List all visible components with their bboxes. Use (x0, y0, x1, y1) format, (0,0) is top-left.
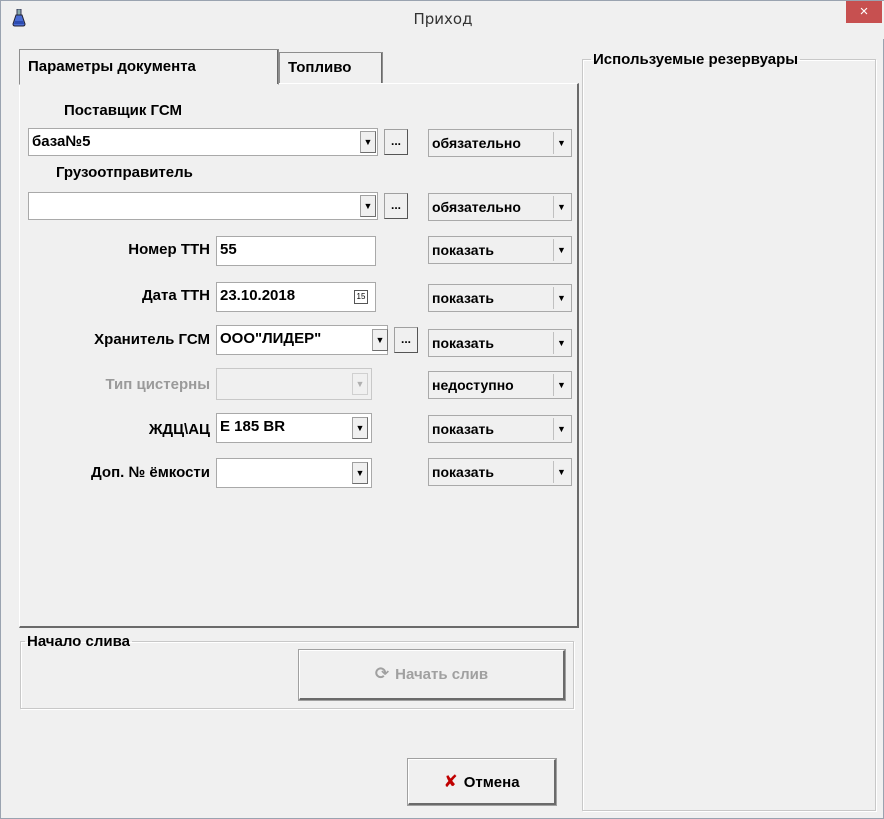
close-button[interactable]: × (846, 1, 882, 23)
tab-control: Параметры документа Топливо Поставщик ГС… (19, 49, 579, 629)
dialog-window: Приход × Параметры документа Топливо Пос… (0, 0, 884, 819)
railcar-combo[interactable]: Е 185 BR (216, 413, 372, 443)
chevron-down-icon: ▼ (355, 379, 365, 389)
chevron-down-icon: ▼ (553, 374, 569, 396)
chevron-down-icon: ▼ (553, 418, 569, 440)
start-drain-label: Начать слив (395, 666, 489, 683)
chevron-down-icon: ▼ (355, 468, 365, 478)
tab-fuel[interactable]: Топливо (279, 52, 383, 85)
ttn-number-label: Номер ТТН (128, 241, 210, 258)
keeper-value: ООО"ЛИДЕР" (220, 330, 322, 347)
tank-type-mode-value: недоступно (432, 377, 514, 393)
keeper-mode-select[interactable]: показать ▼ (428, 329, 572, 357)
start-drain-button: ⟳ Начать слив (298, 649, 566, 701)
ttn-date-value: 23.10.2018 (220, 287, 296, 304)
supplier-dropdown-button[interactable]: ▼ (360, 131, 376, 153)
keeper-dropdown-button[interactable]: ▼ (372, 329, 388, 351)
ttn-date-mode-value: показать (432, 290, 494, 306)
railcar-mode-value: показать (432, 421, 494, 437)
calendar-icon[interactable]: 15 (354, 290, 368, 304)
chevron-down-icon: ▼ (553, 287, 569, 309)
shipper-label: Грузоотправитель (56, 164, 193, 181)
refresh-icon: ⟳ (374, 664, 390, 683)
window-title: Приход (413, 10, 473, 28)
tab-label: Топливо (288, 59, 352, 76)
chevron-down-icon: ▼ (553, 461, 569, 483)
ttn-number-mode-value: показать (432, 242, 494, 258)
supplier-mode-value: обязательно (432, 135, 521, 151)
tank-type-label: Тип цистерны (105, 376, 210, 393)
chevron-down-icon: ▼ (553, 239, 569, 261)
tab-label: Параметры документа (28, 58, 196, 75)
chevron-down-icon: ▼ (363, 137, 373, 147)
chevron-down-icon: ▼ (553, 196, 569, 218)
shipper-browse-button[interactable]: ... (384, 193, 408, 219)
extra-tank-label: Доп. № ёмкости (91, 464, 210, 481)
tank-type-combo (216, 368, 372, 400)
ttn-date-mode-select[interactable]: показать ▼ (428, 284, 572, 312)
chevron-down-icon: ▼ (375, 335, 385, 345)
reservoirs-group: Используемые резервуары (582, 51, 876, 811)
extra-tank-combo[interactable] (216, 458, 372, 488)
supplier-value: база№5 (32, 133, 91, 150)
supplier-browse-button[interactable]: ... (384, 129, 408, 155)
railcar-mode-select[interactable]: показать ▼ (428, 415, 572, 443)
chevron-down-icon: ▼ (553, 132, 569, 154)
supplier-mode-select[interactable]: обязательно ▼ (428, 129, 572, 157)
railcar-label: ЖДЦ\АЦ (148, 421, 210, 438)
tank-type-dropdown-button: ▼ (352, 373, 368, 395)
cancel-button[interactable]: ✘ Отмена (407, 758, 557, 806)
railcar-value: Е 185 BR (220, 418, 286, 435)
tank-type-mode-select[interactable]: недоступно ▼ (428, 371, 572, 399)
ttn-date-picker[interactable]: 23.10.2018 (216, 282, 376, 312)
shipper-combo[interactable] (28, 192, 378, 220)
extra-tank-dropdown-button[interactable]: ▼ (352, 462, 368, 484)
ellipsis-icon: ... (400, 332, 411, 346)
chevron-down-icon: ▼ (355, 423, 365, 433)
ellipsis-icon: ... (390, 134, 401, 148)
cancel-label: Отмена (463, 774, 520, 791)
ttn-number-mode-select[interactable]: показать ▼ (428, 236, 572, 264)
ttn-date-label: Дата ТТН (141, 287, 210, 304)
close-icon: × (859, 3, 869, 20)
extra-tank-mode-value: показать (432, 464, 494, 480)
railcar-dropdown-button[interactable]: ▼ (352, 417, 368, 439)
extra-tank-mode-select[interactable]: показать ▼ (428, 458, 572, 486)
drain-start-group-label: Начало слива (27, 633, 130, 650)
tab-panel-document-params: Поставщик ГСМ база№5 ▼ ... обязательно ▼… (19, 83, 579, 628)
ttn-number-input[interactable]: 55 (216, 236, 376, 266)
keeper-browse-button[interactable]: ... (394, 327, 418, 353)
ttn-number-value: 55 (220, 241, 237, 258)
supplier-label: Поставщик ГСМ (64, 102, 182, 119)
chevron-down-icon: ▼ (553, 332, 569, 354)
keeper-mode-value: показать (432, 335, 494, 351)
shipper-mode-value: обязательно (432, 199, 521, 215)
keeper-combo[interactable]: ООО"ЛИДЕР" (216, 325, 388, 355)
reservoirs-group-label: Используемые резервуары (593, 51, 799, 68)
keeper-label: Хранитель ГСМ (94, 331, 210, 348)
chevron-down-icon: ▼ (363, 201, 373, 211)
ellipsis-icon: ... (390, 198, 401, 212)
tab-document-params[interactable]: Параметры документа (19, 49, 279, 85)
supplier-combo[interactable]: база№5 (28, 128, 378, 156)
shipper-mode-select[interactable]: обязательно ▼ (428, 193, 572, 221)
title-bar: Приход × (1, 1, 884, 39)
shipper-dropdown-button[interactable]: ▼ (360, 195, 376, 217)
close-icon: ✘ (443, 772, 458, 791)
